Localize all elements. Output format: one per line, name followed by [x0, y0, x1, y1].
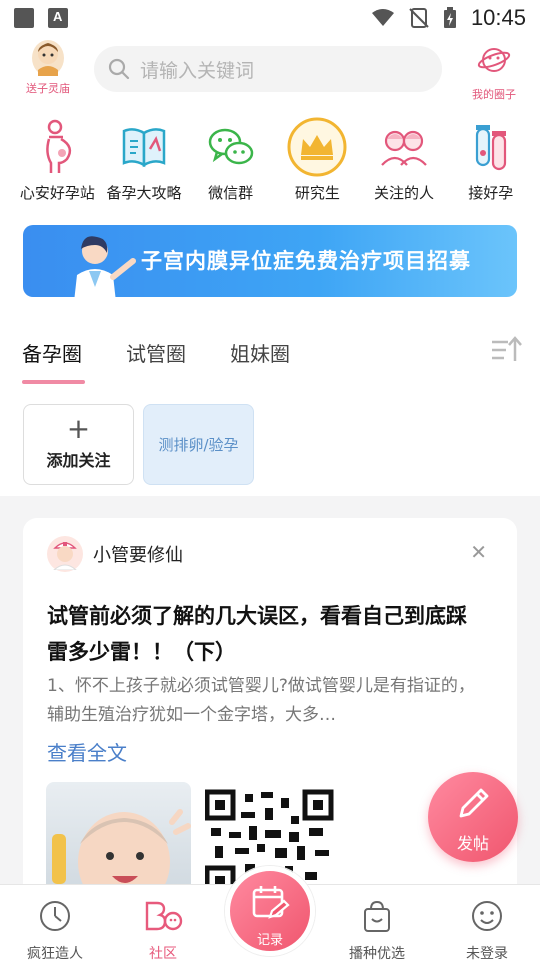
post-image-baby[interactable]: [46, 782, 191, 898]
nav-label: 播种优选: [349, 946, 405, 960]
topic-chip-ovulation[interactable]: 测排卵/验孕: [143, 404, 254, 485]
search-placeholder: 请输入关键词: [140, 59, 255, 82]
wechat-icon: [201, 116, 261, 178]
promo-banner[interactable]: 子宫内膜异位症免费治疗项目招募: [23, 225, 517, 297]
post-title[interactable]: 试管前必须了解的几大误区，看看自己到底踩雷多少雷！！（下）: [47, 598, 487, 670]
vial-icon: [461, 116, 521, 178]
search-icon: [108, 58, 130, 80]
community-bo-icon: [145, 901, 183, 931]
nav-item-community[interactable]: 社区: [118, 899, 208, 960]
nav-label: 记录: [256, 933, 283, 948]
quick-item-label: 接好孕: [468, 184, 514, 202]
smiley-icon: [472, 901, 502, 931]
quick-item-wechat-group[interactable]: 微信群: [187, 116, 274, 203]
my-circles-label: 我的圈子: [472, 88, 516, 101]
temple-button[interactable]: 送子灵庙: [20, 40, 76, 96]
no-sim-icon: [409, 8, 429, 28]
clock-icon: [40, 901, 70, 931]
wifi-icon: [371, 9, 394, 26]
tab-prep-circle[interactable]: 备孕圈: [22, 338, 82, 367]
create-post-button[interactable]: 发帖: [428, 772, 518, 862]
sort-icon[interactable]: [490, 336, 522, 364]
read-more-link[interactable]: 查看全文: [47, 737, 127, 766]
quick-item-label: 心安好孕站: [19, 184, 95, 202]
quick-item-label: 研究生: [294, 184, 340, 202]
quick-item-graduate[interactable]: 研究生: [274, 116, 361, 203]
quick-item-pregnancy-station[interactable]: 心安好孕站: [14, 116, 101, 203]
temple-avatar-icon: [32, 40, 64, 76]
topic-chip-label: 测排卵/验孕: [158, 436, 239, 454]
battery-charging-icon: [443, 7, 456, 28]
planet-icon: [477, 48, 511, 72]
tab-sisters-circle[interactable]: 姐妹圈: [230, 338, 290, 367]
close-icon[interactable]: ✕: [470, 540, 487, 564]
quick-item-following[interactable]: 关注的人: [361, 116, 448, 203]
shopping-bag-icon: [364, 900, 390, 932]
circle-tabs: 备孕圈 试管圈 姐妹圈: [22, 338, 290, 367]
status-bar: 10:45: [0, 0, 540, 36]
gallery-notification-icon: [14, 8, 34, 28]
quick-item-label: 关注的人: [374, 184, 435, 202]
nav-item-seeding[interactable]: 播种优选: [332, 899, 422, 960]
my-circles-button[interactable]: 我的圈子: [466, 42, 522, 102]
add-follow-button[interactable]: + 添加关注: [23, 404, 134, 485]
nav-label: 未登录: [466, 946, 508, 960]
pregnant-woman-icon: [27, 116, 87, 178]
quick-access-row: 心安好孕站 备孕大攻略 微信群 研究生 关注的人 接好孕: [14, 116, 534, 203]
crown-icon: [287, 116, 347, 178]
plus-icon: +: [66, 412, 91, 445]
post-author[interactable]: 小管要修仙: [47, 536, 183, 572]
post-excerpt: 1、怀不上孩子就必须试管婴儿?做试管婴儿是有指证的，辅助生殖治疗犹如一个金字塔，…: [47, 676, 475, 725]
author-name: 小管要修仙: [93, 545, 183, 566]
author-avatar-icon: [47, 536, 83, 572]
search-bar[interactable]: 请输入关键词: [94, 46, 442, 92]
temple-label: 送子灵庙: [26, 82, 70, 95]
create-post-label: 发帖: [456, 834, 489, 853]
quick-item-label: 备孕大攻略: [106, 184, 182, 202]
quick-item-conceive[interactable]: 接好孕: [447, 116, 534, 203]
app-notification-icon: [48, 8, 68, 28]
nav-item-make-baby[interactable]: 疯狂造人: [10, 899, 100, 960]
doctor-illustration-icon: [74, 236, 136, 297]
nav-label: 社区: [149, 946, 177, 960]
tab-ivf-circle[interactable]: 试管圈: [126, 338, 186, 367]
book-icon: [114, 116, 174, 178]
status-time: 10:45: [470, 5, 526, 30]
add-follow-label: 添加关注: [46, 451, 111, 470]
record-button[interactable]: 记录: [225, 866, 315, 956]
calendar-edit-icon: [252, 886, 290, 919]
quick-item-prep-guide[interactable]: 备孕大攻略: [101, 116, 188, 203]
nav-label: 疯狂造人: [27, 946, 83, 960]
pencil-icon: [459, 788, 489, 818]
quick-item-label: 微信群: [208, 184, 254, 202]
nav-item-profile[interactable]: 未登录: [442, 899, 532, 960]
banner-text: 子宫内膜异位症免费治疗项目招募: [141, 249, 471, 273]
header: 送子灵庙 请输入关键词 我的圈子: [0, 40, 540, 102]
active-tab-indicator: [22, 380, 85, 384]
people-icon: [374, 116, 434, 178]
